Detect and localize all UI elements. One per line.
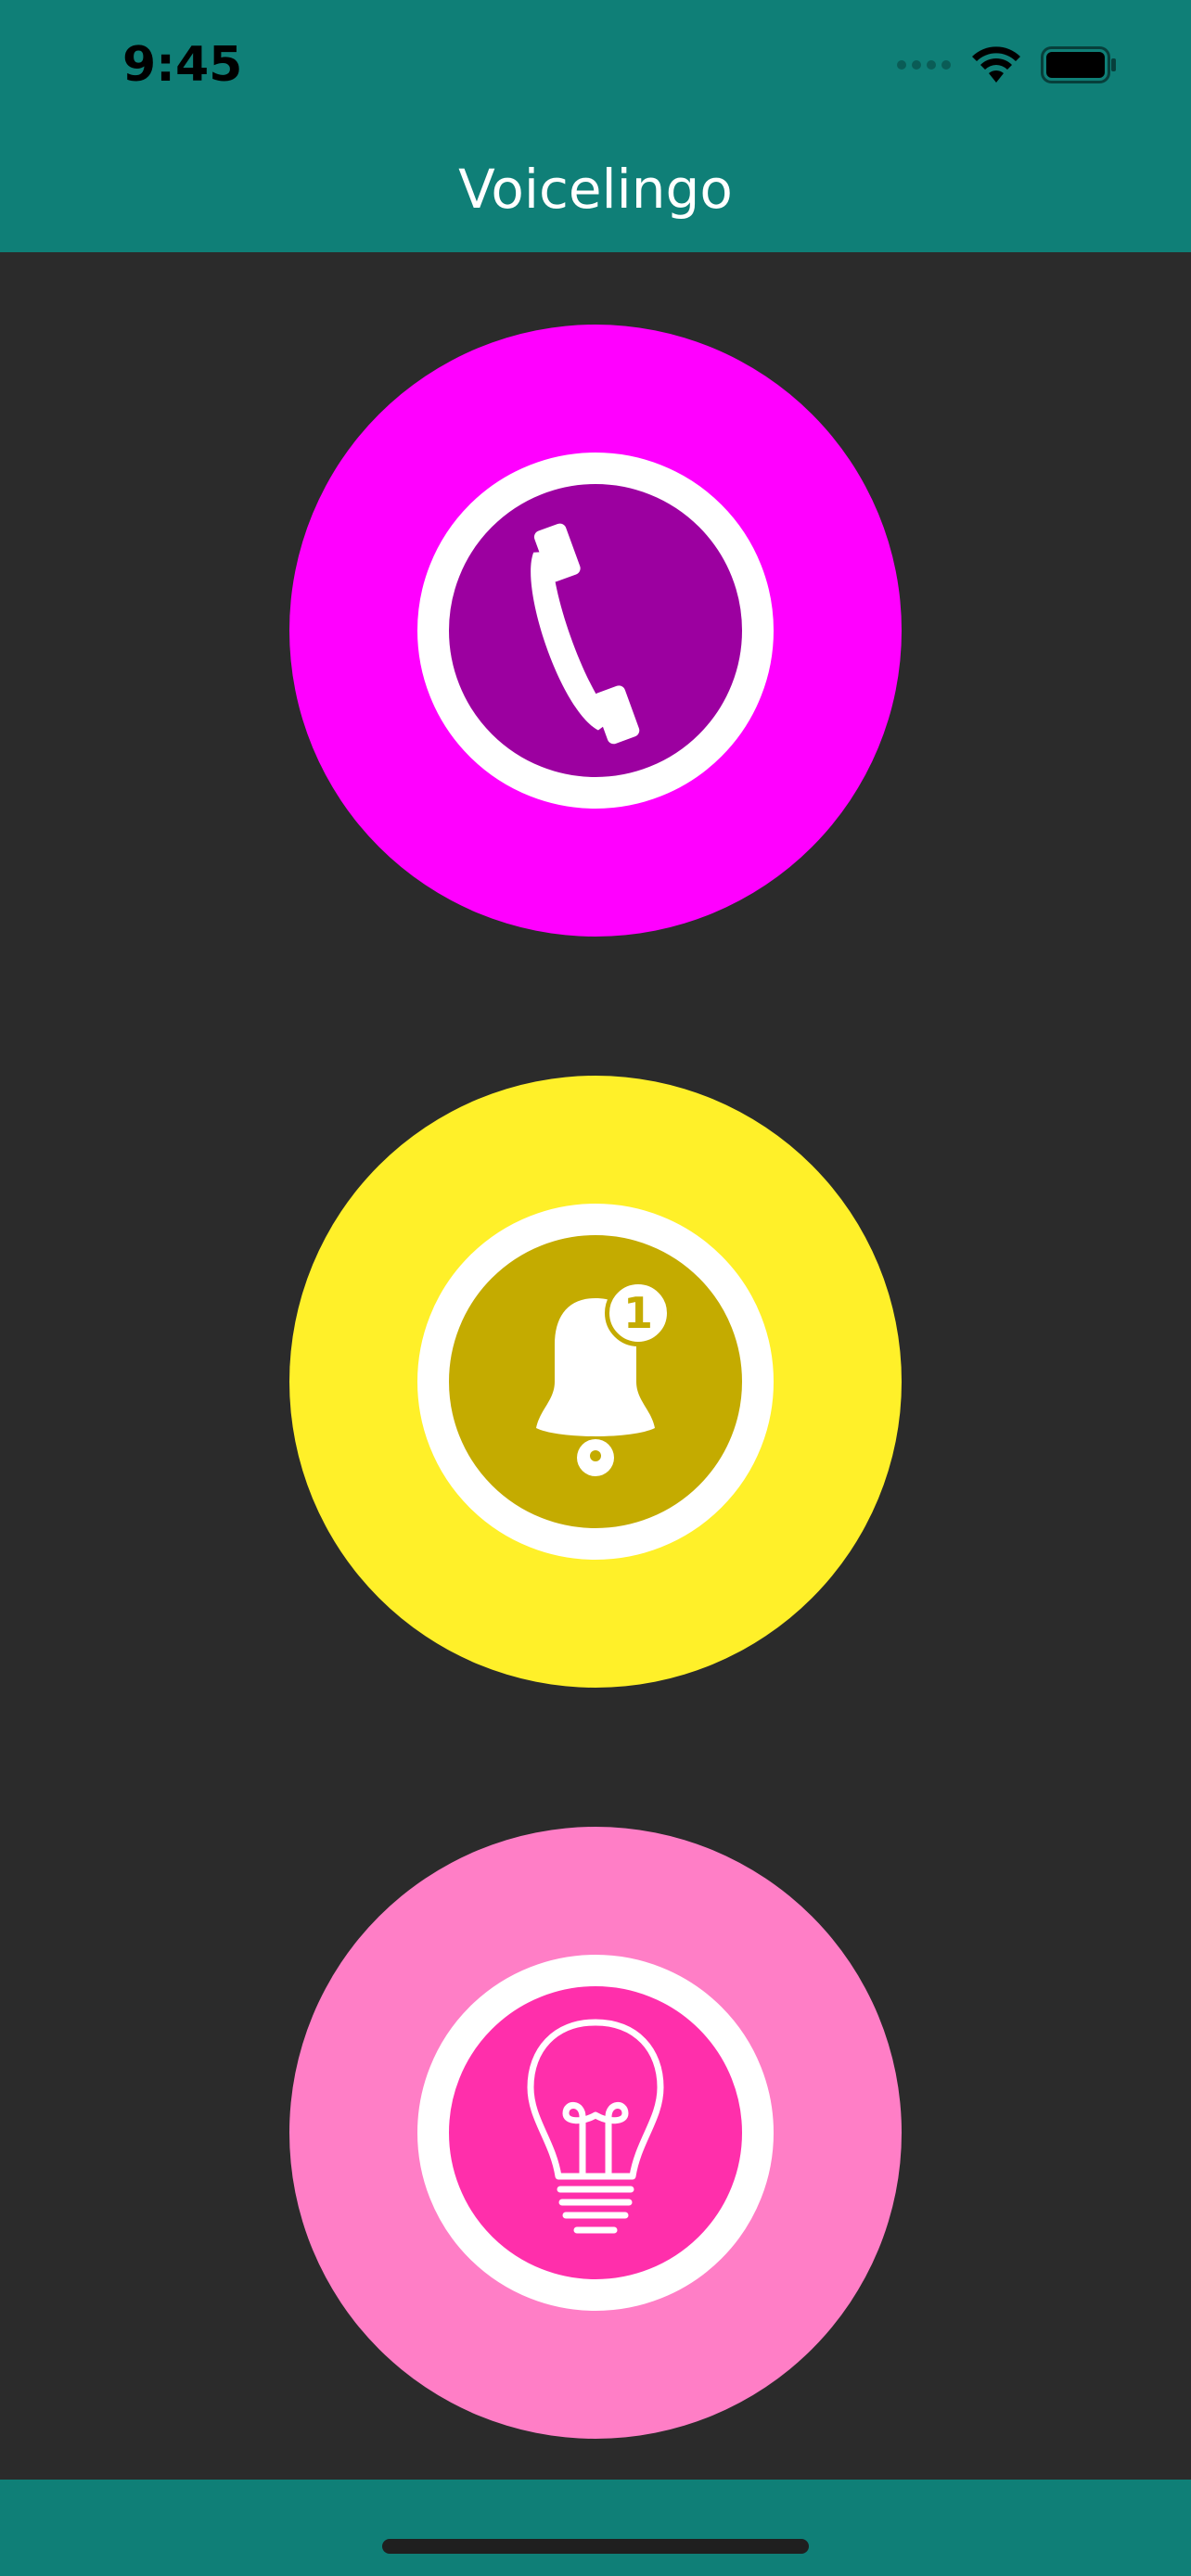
notifications-button-ring: 1 [417,1204,774,1560]
notifications-button[interactable]: 1 [289,1076,902,1688]
bell-icon-wrapper: 1 [503,1280,688,1484]
app-screen: 9:45 Voicelingo 1 [0,0,1191,2576]
notification-badge: 1 [605,1280,672,1346]
status-time: 9:45 [122,37,243,93]
main-content: 1 [0,252,1191,2480]
bottom-bar [0,2480,1191,2576]
ideas-button[interactable] [289,1827,902,2439]
notification-badge-count: 1 [622,1288,653,1338]
app-title: Voicelingo [458,158,733,221]
home-indicator[interactable] [382,2539,809,2554]
signal-dots-icon [897,60,951,70]
wifi-icon [972,46,1020,83]
app-header: 9:45 Voicelingo [0,0,1191,252]
ideas-button-ring [417,1955,774,2311]
status-icons [896,43,1117,87]
phone-icon [531,523,640,745]
battery-icon [1041,46,1116,83]
call-button[interactable] [289,325,902,937]
lightbulb-icon [527,2019,664,2234]
call-button-ring [417,453,774,809]
